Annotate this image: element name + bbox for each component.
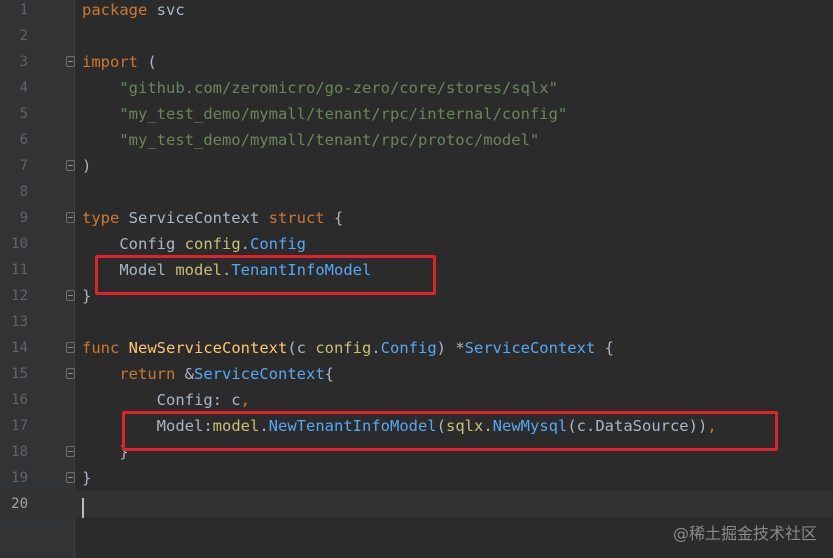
code-line[interactable]: 9 type ServiceContext struct { [0, 205, 833, 231]
code-token: Config [82, 235, 185, 253]
fold-marker-icon[interactable] [66, 368, 75, 379]
line-code: "my_test_demo/mymall/tenant/rpc/internal… [82, 101, 567, 127]
code-token: package [82, 1, 148, 19]
line-number: 19 [11, 470, 28, 486]
code-token: config [315, 339, 372, 357]
code-token: struct [268, 209, 325, 227]
line-code: func NewServiceContext(c config.Config) … [82, 335, 614, 361]
fold-marker-icon[interactable] [66, 160, 75, 171]
code-token: , [240, 391, 250, 409]
line-number: 15 [11, 366, 28, 382]
code-token: ServiceContext [119, 209, 269, 227]
line-number: 11 [11, 262, 28, 278]
line-number: 20 [11, 496, 28, 512]
code-line[interactable]: 19} [0, 465, 833, 491]
line-number: 12 [11, 288, 28, 304]
code-line[interactable]: 1 package svc [0, 0, 833, 23]
line-code: } [82, 465, 91, 491]
code-token: "my_test_demo/mymall/tenant/rpc/internal… [82, 105, 568, 123]
code-line[interactable]: 20 [0, 491, 833, 517]
fold-marker-icon[interactable] [66, 446, 75, 457]
code-token: Config: c [82, 391, 241, 409]
code-line[interactable]: 14 func NewServiceContext(c config.Config… [0, 335, 833, 361]
code-line[interactable]: 4 "github.com/zeromicro/go-zero/core/sto… [0, 75, 833, 101]
line-number: 16 [11, 392, 28, 408]
fold-marker-icon[interactable] [66, 212, 75, 223]
code-line[interactable]: 15 return &ServiceContext{ [0, 361, 833, 387]
code-token: func [82, 339, 120, 357]
line-code: "github.com/zeromicro/go-zero/core/store… [82, 75, 558, 101]
line-number: 17 [11, 418, 28, 434]
line-number: 7 [19, 158, 28, 174]
code-token: Config [250, 235, 306, 253]
line-code: package svc [82, 0, 185, 23]
code-token: . [240, 235, 250, 253]
line-number: 9 [19, 210, 28, 226]
fold-marker-icon[interactable] [66, 342, 75, 353]
code-line[interactable]: 10 Config config.Config [0, 231, 833, 257]
code-line[interactable]: 3 import ( [0, 49, 833, 75]
code-line[interactable]: 6 "my_test_demo/mymall/tenant/rpc/protoc… [0, 127, 833, 153]
code-line[interactable]: 7) [0, 153, 833, 179]
fold-marker-icon[interactable] [66, 290, 75, 301]
line-number: 10 [11, 236, 28, 252]
line-code: return &ServiceContext{ [82, 361, 334, 387]
code-token: ( [138, 53, 157, 71]
code-token: { [324, 209, 344, 227]
fold-marker-icon[interactable] [66, 472, 75, 483]
highlight-box-model-field [95, 255, 436, 295]
code-token: (c [287, 339, 316, 357]
code-token: NewServiceContext [128, 339, 288, 357]
code-editor[interactable]: 1 package svc 2 3 import (4 "github.com/zero… [0, 0, 833, 558]
highlight-box-model-init [122, 411, 778, 451]
line-number: 8 [19, 184, 28, 200]
line-number: 13 [11, 314, 28, 330]
line-number: 2 [19, 28, 28, 44]
code-token: import [82, 53, 138, 71]
code-token: config [184, 235, 241, 253]
line-number: 1 [19, 2, 28, 18]
code-line[interactable]: 8 [0, 179, 833, 205]
code-token: ServiceContext [464, 339, 596, 357]
line-code: } [82, 283, 91, 309]
line-number: 14 [11, 340, 28, 356]
code-token: ServiceContext [194, 365, 325, 383]
code-token: { [595, 339, 614, 357]
code-token: ) [82, 157, 92, 175]
code-token: { [324, 365, 334, 383]
code-token: ) * [436, 339, 465, 357]
text-cursor [82, 498, 84, 518]
code-line[interactable]: 5 "my_test_demo/mymall/tenant/rpc/intern… [0, 101, 833, 127]
code-token: . [371, 339, 381, 357]
watermark: @稀土掘金技术社区 [672, 524, 817, 543]
code-line[interactable]: 16 Config: c, [0, 387, 833, 413]
code-line[interactable]: 2 [0, 23, 833, 49]
line-code: ) [82, 153, 91, 179]
line-code: "my_test_demo/mymall/tenant/rpc/protoc/m… [82, 127, 539, 153]
line-code: import ( [82, 49, 157, 75]
code-token: "my_test_demo/mymall/tenant/rpc/protoc/m… [82, 131, 540, 149]
line-number: 5 [19, 106, 28, 122]
line-number: 18 [11, 444, 28, 460]
code-token: } [82, 287, 92, 305]
code-token: "github.com/zeromicro/go-zero/core/store… [82, 79, 558, 97]
code-line[interactable]: 13 [0, 309, 833, 335]
line-number: 6 [19, 132, 28, 148]
code-token: } [82, 469, 92, 487]
line-number: 3 [19, 54, 28, 70]
code-token: svc [147, 1, 185, 19]
code-token: & [175, 365, 194, 383]
code-token: type [82, 209, 120, 227]
code-token: return [119, 365, 176, 383]
line-code: type ServiceContext struct { [82, 205, 343, 231]
line-code: Config: c, [82, 387, 250, 413]
line-number: 4 [19, 80, 28, 96]
fold-marker-icon[interactable] [66, 56, 75, 67]
code-token: Config [380, 339, 437, 357]
line-code: Config config.Config [82, 231, 306, 257]
